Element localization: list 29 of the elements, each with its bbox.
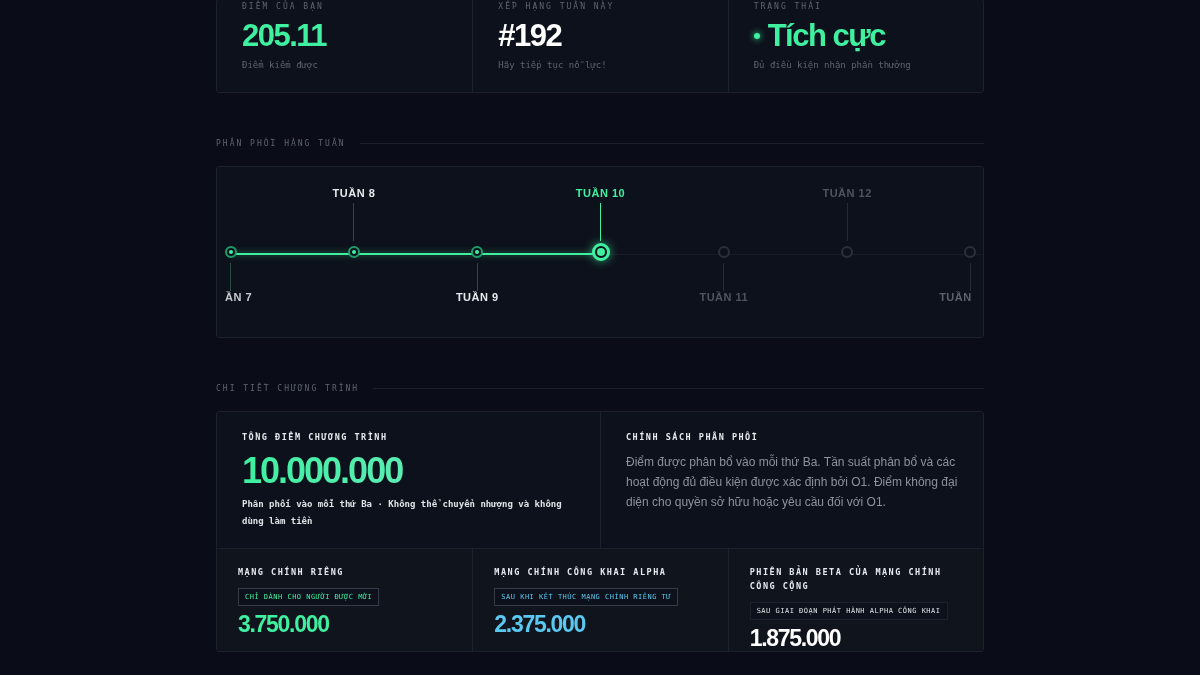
stat-label: ĐIỂM CỦA BẠN — [242, 2, 325, 11]
week-label: TUẦN 11 — [699, 291, 749, 305]
phase-label: PHIÊN BẢN BETA CỦA MẠNG CHÍNH CÔNG CỘNG — [749, 565, 943, 593]
section-heading: CHI TIẾT CHƯƠNG TRÌNH — [216, 384, 360, 393]
stat-value: #192 — [498, 18, 563, 54]
phase-value: 1.875.000 — [749, 625, 841, 651]
total-label: TỔNG ĐIỂM CHƯƠNG TRÌNH — [242, 432, 389, 442]
total-caption: Phân phối vào mỗi thứ Ba · Không thể chuyển nhượng và không dùng làm tiền — [242, 498, 563, 528]
stat-value: 205.11 — [242, 18, 328, 54]
policy-label: CHÍNH SÁCH PHÂN PHỐI — [626, 432, 760, 442]
week-label: TUẦN — [939, 291, 972, 305]
phase-value: 2.375.000 — [494, 611, 585, 637]
status-dot-icon — [753, 33, 760, 39]
phase-label: MẠNG CHÍNH CÔNG KHAI ALPHA — [494, 565, 667, 579]
week-label: TUẦN 12 — [822, 187, 872, 201]
stat-caption: Đủ điều kiện nhận phần thưởng — [753, 60, 912, 70]
stat-caption: Điểm kiếm được — [242, 60, 319, 70]
phase-value: 3.750.000 — [238, 611, 329, 637]
week-label: TUẦN 10 — [575, 187, 626, 201]
week-label: ẦN 7 — [225, 291, 253, 305]
stat-value: Tích cực — [753, 18, 958, 54]
stat-caption: Hãy tiếp tục nỗ lực! — [498, 60, 608, 70]
stat-label: TRẠNG THÁI — [753, 2, 823, 11]
section-heading: PHÂN PHỐI HÀNG TUẦN — [216, 139, 346, 148]
phase-label: MẠNG CHÍNH RIÊNG — [238, 565, 344, 579]
week-label: TUẦN 8 — [332, 187, 376, 201]
week-label: TUẦN 9 — [455, 291, 499, 305]
stat-label: XẾP HẠNG TUẦN NÀY — [498, 2, 616, 11]
policy-text: Điểm được phân bổ vào mỗi thứ Ba. Tần suất phân bổ và các hoạt động đủ điều kiện được xác định bởi O1. Điểm không đại diện cho quyền sở hữu hoặc yêu cầu đối với O1. — [626, 453, 958, 511]
